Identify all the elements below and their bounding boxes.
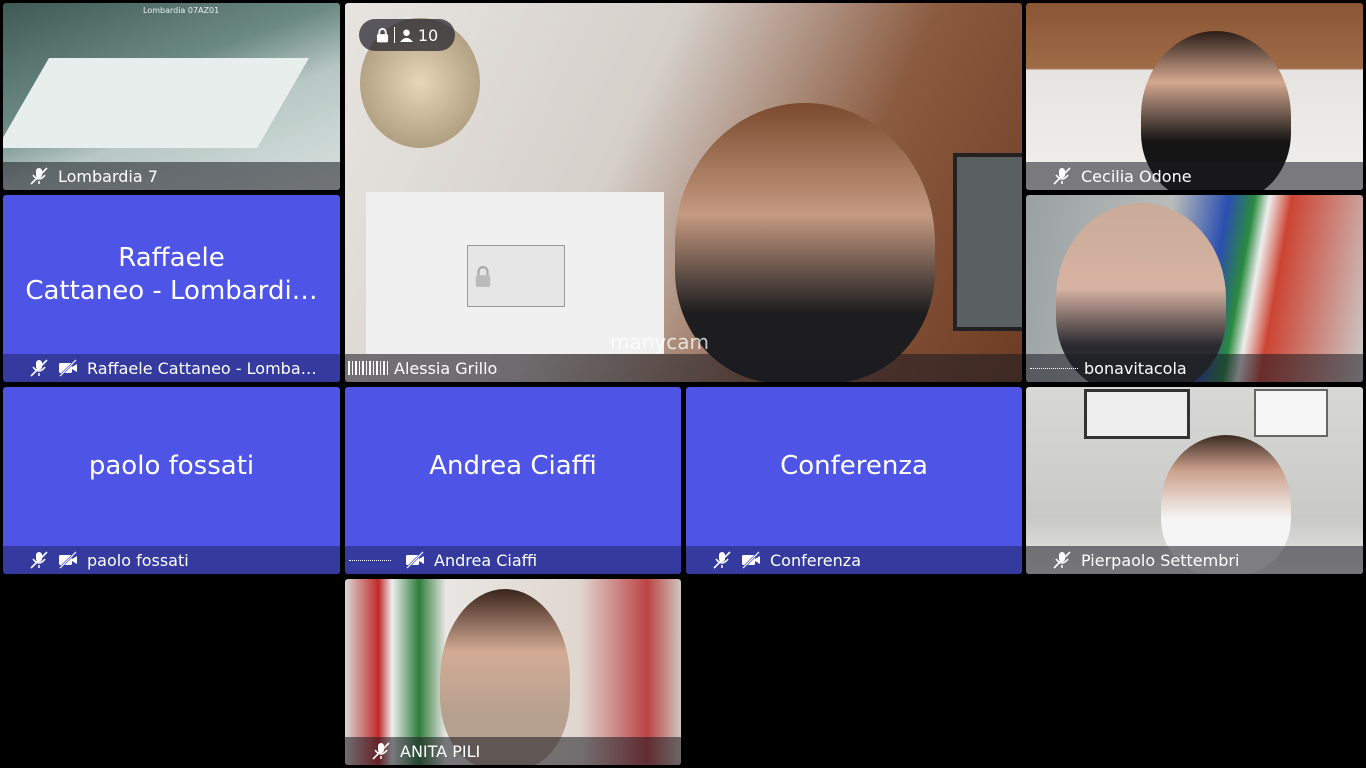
conference-table <box>3 58 309 148</box>
audio-level-icon <box>1030 367 1078 369</box>
participant-display-name: Conferenza <box>780 451 928 481</box>
audio-level-icon <box>349 559 391 561</box>
participant-name: Lombardia 7 <box>58 166 158 186</box>
participant-name: Alessia Grillo <box>394 358 498 378</box>
participant-name: bonavitacola <box>1084 358 1187 378</box>
video-tile-bonavitacola[interactable]: bonavitacola <box>1026 195 1363 382</box>
participant-count: 10 <box>417 25 439 45</box>
mic-muted-icon <box>30 359 48 377</box>
speaker-figure <box>675 103 935 382</box>
participant-name: Conferenza <box>770 550 861 570</box>
meeting-info-badge[interactable]: 10 <box>359 19 455 51</box>
camera-off-icon <box>59 359 77 377</box>
camera-off-icon <box>406 551 424 569</box>
display-name-line1: Raffaele <box>118 242 225 273</box>
video-tile-conferenza[interactable]: Conferenza Conferenza <box>686 387 1022 574</box>
person-icon <box>399 28 413 42</box>
nameplate: Andrea Ciaffi <box>345 546 681 574</box>
nameplate: paolo fossati <box>3 546 340 574</box>
camera-off-icon <box>742 551 760 569</box>
padlock-icon <box>475 265 491 287</box>
nameplate: Conferenza <box>686 546 1022 574</box>
camera-off-icon <box>59 551 77 569</box>
participant-display-name: Raffaele Cattaneo - Lombardi… <box>3 195 340 354</box>
wall-painting <box>953 153 1022 331</box>
participant-name: paolo fossati <box>87 550 189 570</box>
video-tile-paolo-fossati[interactable]: paolo fossati paolo fossati <box>3 387 340 574</box>
nameplate: bonavitacola <box>1026 354 1363 382</box>
mic-muted-icon <box>1053 551 1071 569</box>
participant-display-name: Andrea Ciaffi <box>429 451 597 481</box>
participant-name: Pierpaolo Settembri <box>1081 550 1240 570</box>
wall-frame <box>1084 389 1190 439</box>
badge-divider <box>393 27 395 43</box>
nameplate: ANITA PILI <box>345 737 681 765</box>
mic-muted-icon <box>372 742 390 760</box>
mic-muted-icon <box>1053 167 1071 185</box>
participant-name: Raffaele Cattaneo - Lomba… <box>87 358 317 378</box>
participant-name: Andrea Ciaffi <box>434 550 538 570</box>
nameplate-main: Alessia Grillo <box>345 354 1022 382</box>
video-tile-pierpaolo-settembri[interactable]: Pierpaolo Settembri <box>1026 387 1363 574</box>
nameplate: Lombardia 7 <box>3 162 340 190</box>
mic-muted-icon <box>30 167 48 185</box>
lock-icon <box>376 28 388 43</box>
login-dialog <box>467 245 565 307</box>
video-tile-anita-pili[interactable]: ANITA PILI <box>345 579 681 765</box>
video-tile-cecilia-odone[interactable]: Cecilia Odone <box>1026 3 1363 190</box>
video-tile-andrea-ciaffi[interactable]: Andrea Ciaffi Andrea Ciaffi <box>345 387 681 574</box>
display-name-line2: Cattaneo - Lombardi… <box>25 275 318 306</box>
mic-muted-icon <box>713 551 731 569</box>
mic-muted-icon <box>30 551 48 569</box>
nameplate: Raffaele Cattaneo - Lomba… <box>3 354 340 382</box>
nameplate: Cecilia Odone <box>1026 162 1363 190</box>
room-label: Lombardia 07AZ01 <box>143 6 220 15</box>
audio-level-icon <box>348 361 388 375</box>
nameplate: Pierpaolo Settembri <box>1026 546 1363 574</box>
participant-name: Cecilia Odone <box>1081 166 1192 186</box>
manycam-watermark: manycam <box>610 330 709 354</box>
participant-name: ANITA PILI <box>400 741 481 761</box>
video-tile-raffaele-cattaneo[interactable]: Raffaele Cattaneo - Lombardi… Raffaele Ca… <box>3 195 340 382</box>
wall-frame <box>1254 389 1328 437</box>
participant-display-name: paolo fossati <box>88 451 255 481</box>
video-tile-lombardia[interactable]: Lombardia 07AZ01 Lombardia 7 <box>3 3 340 190</box>
